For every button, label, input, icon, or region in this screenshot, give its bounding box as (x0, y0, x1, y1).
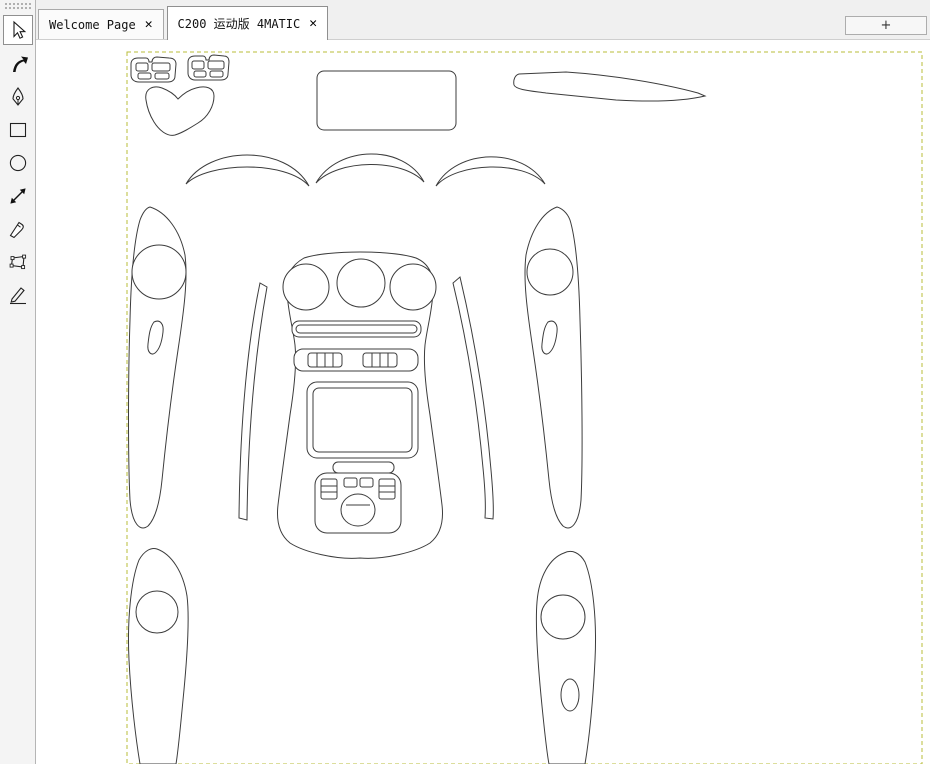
door-trim-front-left[interactable] (129, 207, 187, 528)
tool-palette (0, 0, 36, 764)
tool-scale[interactable] (0, 179, 36, 212)
tool-ellipse[interactable] (0, 146, 36, 179)
app-window: Welcome Page ✕ C200 运动版 4MATIC ✕ + (0, 0, 930, 764)
dash-trim-blade[interactable] (514, 72, 705, 101)
vent-ring-center (337, 259, 385, 307)
door-arc-right[interactable] (436, 157, 545, 186)
scale-arrows-icon (7, 185, 29, 207)
direct-select-arrow-icon (7, 53, 29, 75)
selector-bar (333, 462, 394, 473)
door-trim-front-right[interactable] (525, 207, 582, 528)
steering-button-panel-right[interactable] (188, 55, 229, 80)
dash-display-screen[interactable] (317, 71, 456, 130)
tool-direct-select[interactable] (0, 47, 36, 80)
trim-pieces (128, 55, 705, 764)
new-tab-button[interactable]: + (845, 16, 927, 35)
tab-bar: Welcome Page ✕ C200 运动版 4MATIC ✕ + (36, 0, 930, 40)
tool-pencil[interactable] (0, 278, 36, 311)
door-arc-left[interactable] (186, 155, 309, 186)
toolbar-grip (4, 2, 32, 11)
tab-label: Welcome Page (49, 18, 136, 32)
door-arc-middle[interactable] (316, 154, 424, 183)
tool-rectangle[interactable] (0, 113, 36, 146)
door-trim-rear-left[interactable] (128, 548, 188, 764)
door-trim-rear-right[interactable] (536, 551, 595, 764)
vent-ring-right (390, 264, 436, 310)
canvas[interactable] (36, 40, 930, 764)
ellipse-icon (7, 152, 29, 174)
center-console[interactable] (278, 252, 443, 558)
select-cursor-icon (7, 19, 29, 41)
pillar-strip-right[interactable] (453, 277, 493, 519)
pencil-line-icon (7, 284, 29, 306)
steering-lower-trim[interactable] (146, 87, 214, 135)
drawing-svg (36, 40, 930, 764)
pen-nib-icon (7, 86, 29, 108)
rectangle-icon (7, 119, 29, 141)
tool-select[interactable] (3, 15, 33, 45)
tab-label: C200 运动版 4MATIC (178, 15, 301, 32)
pillar-strip-left[interactable] (239, 283, 267, 520)
tab-c200-4matic[interactable]: C200 运动版 4MATIC ✕ (167, 6, 329, 40)
tab-close-icon[interactable]: ✕ (309, 16, 317, 31)
tool-pen-nib[interactable] (0, 80, 36, 113)
tool-knife[interactable] (0, 212, 36, 245)
warp-quad-icon (7, 251, 29, 273)
tab-welcome-page[interactable]: Welcome Page ✕ (38, 9, 164, 39)
knife-icon (7, 218, 29, 240)
touchpad (341, 494, 375, 526)
steering-button-panel-left[interactable] (131, 57, 176, 82)
tab-close-icon[interactable]: ✕ (145, 17, 153, 32)
tool-warp-quad[interactable] (0, 245, 36, 278)
vent-ring-left (283, 264, 329, 310)
